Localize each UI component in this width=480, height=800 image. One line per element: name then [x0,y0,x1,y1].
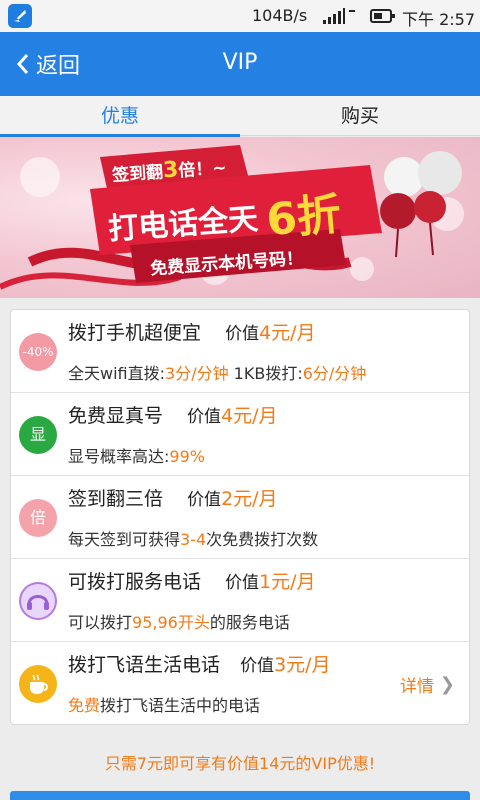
chevron-right-icon: ❯ [439,674,455,695]
benefit-list: -40% 拨打手机超便宜 价值4元/月 全天wifi直拨:3分/分钟 1KB拨打… [10,309,470,725]
display-number-icon: 显 [19,416,57,454]
benefit-title: 拨打飞语生活电话 价值3元/月 [68,654,331,676]
benefit-title: 免费显真号 价值4元/月 [68,405,278,427]
purchase-button[interactable] [10,791,470,800]
promo-banner[interactable]: 签到翻3倍！~ 打电话全天 6折 免费显示本机号码！ [0,137,480,298]
headset-service-icon [19,582,57,620]
benefit-value: 价值3元/月 [240,654,331,676]
banner-discount: 6折 [264,188,344,247]
vip-offer-note: 只需7元即可享有价值14元的VIP优惠! [104,754,376,773]
benefit-desc: 显号概率高达:99% [68,447,205,466]
tab-bar: 优惠 购买 [0,96,480,137]
network-speed: 104B/s [252,6,308,25]
tab-purchase[interactable]: 购买 [240,96,480,136]
signal-icon [323,8,355,24]
list-item: 显 免费显真号 价值4元/月 显号概率高达:99% [11,393,469,476]
benefit-value: 价值1元/月 [225,571,316,593]
tab-offers[interactable]: 优惠 [0,96,240,137]
benefit-desc: 全天wifi直拨:3分/分钟 1KB拨打:6分/分钟 [68,364,367,383]
title-bar: 返回 VIP [0,32,480,96]
discount-40-icon: -40% [19,333,57,371]
benefit-desc: 免费拨打飞语生活中的电话 [68,696,261,715]
details-link[interactable]: 详情 ❯ [400,672,455,697]
benefit-value: 价值4元/月 [225,322,316,344]
list-item: 倍 签到翻三倍 价值2元/月 每天签到可获得3-4次免费拨打次数 [11,476,469,559]
clock: 下午 2:57 [402,10,476,29]
benefit-desc: 每天签到可获得3-4次免费拨打次数 [68,530,319,549]
benefit-value: 价值2元/月 [187,488,278,510]
list-item: -40% 拨打手机超便宜 价值4元/月 全天wifi直拨:3分/分钟 1KB拨打… [11,310,469,393]
benefit-title: 可拨打服务电话 价值1元/月 [68,571,316,593]
benefit-title: 签到翻三倍 价值2元/月 [68,488,278,510]
double-checkin-icon: 倍 [19,499,57,537]
list-item: 可拨打服务电话 价值1元/月 可以拨打95,96开头的服务电话 [11,559,469,642]
status-bar: 104B/s 下午 2:57 [0,0,480,32]
benefit-title: 拨打手机超便宜 价值4元/月 [68,322,316,344]
coffee-cup-icon [19,665,57,703]
benefit-desc: 可以拨打95,96开头的服务电话 [68,613,290,632]
app-notification-icon [8,4,32,28]
page-title: VIP [222,50,258,75]
list-item-life-calls[interactable]: 拨打飞语生活电话 价值3元/月 免费拨打飞语生活中的电话 详情 ❯ [11,642,469,725]
battery-icon [370,9,395,23]
benefit-value: 价值4元/月 [187,405,278,427]
